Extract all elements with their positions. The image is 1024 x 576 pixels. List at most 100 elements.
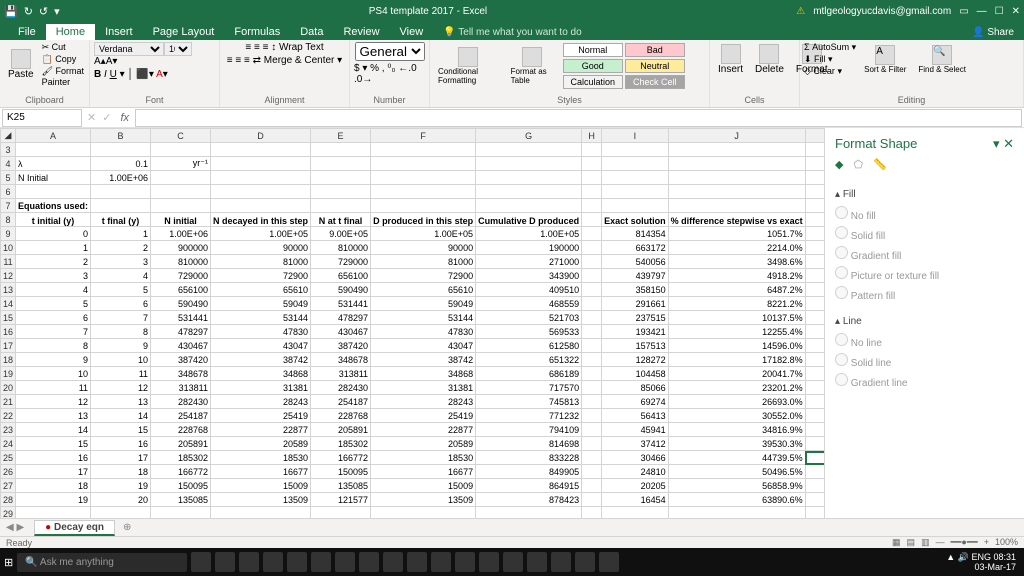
cell[interactable]: 185302 [311, 437, 371, 451]
row-header[interactable]: 14 [1, 297, 16, 311]
cell[interactable]: 45941 [602, 423, 669, 437]
cell[interactable]: 72900 [371, 269, 476, 283]
close-icon[interactable]: ✕ [1012, 6, 1020, 17]
name-box[interactable]: K25 [2, 109, 82, 127]
cell[interactable] [805, 395, 824, 409]
cell[interactable] [16, 143, 91, 157]
taskbar-app-icon[interactable] [311, 552, 331, 572]
cell[interactable]: 358150 [602, 283, 669, 297]
cell[interactable] [311, 507, 371, 519]
cell[interactable]: 44739.5% [668, 451, 805, 465]
cell[interactable] [582, 367, 602, 381]
cell[interactable] [582, 325, 602, 339]
row-header[interactable]: 25 [1, 451, 16, 465]
cell[interactable] [602, 157, 669, 171]
cell[interactable]: 590490 [311, 283, 371, 297]
cell[interactable]: 1.00E+05 [476, 227, 582, 241]
col-header[interactable]: J [668, 129, 805, 143]
cell[interactable] [582, 353, 602, 367]
taskbar-app-icon[interactable] [239, 552, 259, 572]
cell[interactable]: N decayed in this step [211, 213, 311, 227]
cell[interactable]: 237515 [602, 311, 669, 325]
cell[interactable]: 135085 [151, 493, 211, 507]
tab-page-layout[interactable]: Page Layout [143, 24, 225, 40]
cell[interactable]: 651322 [476, 353, 582, 367]
account-name[interactable]: mtlgeologyucdavis@gmail.com [813, 6, 951, 17]
col-header[interactable]: C [151, 129, 211, 143]
taskbar-app-icon[interactable] [479, 552, 499, 572]
cell[interactable]: 11 [91, 367, 151, 381]
cell[interactable]: 31381 [371, 381, 476, 395]
cell[interactable]: 1 [91, 227, 151, 241]
autosum-button[interactable]: Σ AutoSum ▾ [804, 42, 856, 53]
cell[interactable] [582, 409, 602, 423]
cell[interactable] [151, 185, 211, 199]
cell[interactable]: 430467 [311, 325, 371, 339]
style-cell[interactable]: Good [563, 59, 623, 73]
row-header[interactable]: 7 [1, 199, 16, 213]
fill-option[interactable]: Solid fill [835, 224, 1014, 244]
cell[interactable] [91, 507, 151, 519]
cell[interactable]: 409510 [476, 283, 582, 297]
style-cell[interactable]: Neutral [625, 59, 685, 73]
cell[interactable] [805, 227, 824, 241]
row-header[interactable]: 3 [1, 143, 16, 157]
col-header[interactable]: H [582, 129, 602, 143]
taskbar-app-icon[interactable] [455, 552, 475, 572]
ribbon-options-icon[interactable]: ▭ [959, 6, 968, 17]
fill-section-header[interactable]: ▴ Fill [835, 185, 1014, 204]
cell[interactable]: 15009 [211, 479, 311, 493]
cell[interactable] [371, 171, 476, 185]
cell[interactable]: 25419 [371, 409, 476, 423]
cell[interactable]: 8 [16, 339, 91, 353]
cell[interactable] [311, 143, 371, 157]
cell[interactable]: 810000 [311, 241, 371, 255]
cell[interactable]: 13509 [371, 493, 476, 507]
cell[interactable]: 15009 [371, 479, 476, 493]
cell[interactable] [805, 157, 824, 171]
cell[interactable] [602, 199, 669, 213]
cell[interactable]: 14596.0% [668, 339, 805, 353]
row-header[interactable]: 11 [1, 255, 16, 269]
cell[interactable]: 16 [91, 437, 151, 451]
cell[interactable] [668, 143, 805, 157]
cell[interactable] [311, 185, 371, 199]
share-button[interactable]: 👤 Share [962, 25, 1024, 40]
cell[interactable] [582, 143, 602, 157]
cell[interactable] [371, 185, 476, 199]
cell[interactable] [805, 479, 824, 493]
cell[interactable]: 7 [91, 311, 151, 325]
row-header[interactable]: 4 [1, 157, 16, 171]
cell[interactable]: 39530.3% [668, 437, 805, 451]
cell[interactable]: 313811 [311, 367, 371, 381]
col-header[interactable]: K [805, 129, 824, 143]
cell[interactable] [582, 185, 602, 199]
minimize-icon[interactable]: — [977, 6, 987, 17]
cell[interactable]: 686189 [476, 367, 582, 381]
cell[interactable] [805, 143, 824, 157]
taskbar-app-icon[interactable] [503, 552, 523, 572]
cell[interactable]: 81000 [211, 255, 311, 269]
cell[interactable]: t initial (y) [16, 213, 91, 227]
decrease-font-icon[interactable]: A▾ [106, 56, 118, 67]
cell[interactable] [371, 507, 476, 519]
cell[interactable] [582, 381, 602, 395]
undo-icon[interactable]: ↻ [24, 5, 33, 18]
cell[interactable] [805, 213, 824, 227]
cell[interactable] [668, 185, 805, 199]
cell[interactable] [602, 507, 669, 519]
cell[interactable]: N Initial [16, 171, 91, 185]
cell[interactable] [805, 493, 824, 507]
cell[interactable]: 90000 [211, 241, 311, 255]
cell[interactable]: 717570 [476, 381, 582, 395]
row-header[interactable]: 9 [1, 227, 16, 241]
line-option[interactable]: Gradient line [835, 371, 1014, 391]
fx-icon[interactable]: fx [114, 112, 135, 124]
cell[interactable]: 23201.2% [668, 381, 805, 395]
cell[interactable] [805, 283, 824, 297]
cell[interactable]: 6 [16, 311, 91, 325]
cell[interactable] [668, 157, 805, 171]
cell[interactable] [582, 213, 602, 227]
cell[interactable] [91, 185, 151, 199]
cell[interactable]: 794109 [476, 423, 582, 437]
